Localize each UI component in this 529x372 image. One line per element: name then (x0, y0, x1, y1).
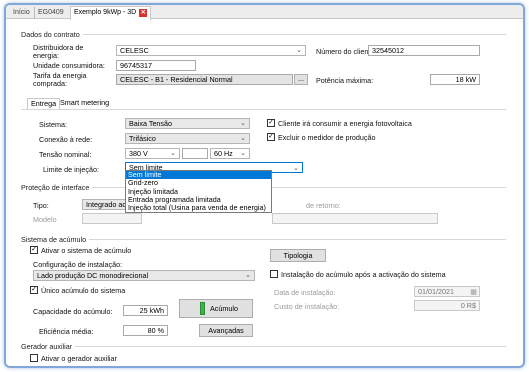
calendar-icon: ▦ (470, 287, 477, 296)
tariff-input[interactable]: CELESC - B1 - Residencial Normal (116, 74, 293, 85)
install-config-select[interactable]: Lado produção DC monodirecional ⌄ (33, 270, 255, 281)
activate-storage-label: Ativar o sistema de acúmulo (41, 246, 132, 255)
install-config-value: Lado produção DC monodirecional (37, 271, 149, 280)
consumer-unit-input[interactable]: 96745317 (116, 60, 196, 71)
system-select[interactable]: Baixa Tensão ⌄ (125, 118, 250, 129)
efficiency-label: Eficiência média: (39, 327, 94, 336)
grid-connection-select[interactable]: Trifásico ⌄ (125, 133, 250, 144)
voltage-label: Tensão nominal: (39, 150, 92, 159)
typology-button[interactable]: Tipologia (270, 249, 326, 262)
injection-limit-label: Limite de injeção: (43, 165, 99, 174)
tab-home[interactable]: Início (10, 7, 33, 19)
contract-group-title: Dados do contrato (21, 30, 83, 39)
chevron-down-icon: ⌄ (240, 150, 246, 157)
system-label: Sistema: (39, 120, 67, 129)
chevron-down-icon: ⌄ (240, 135, 246, 142)
advanced-button[interactable]: Avançadas (199, 324, 253, 337)
protection-return-input (272, 213, 438, 224)
activate-storage-checkbox[interactable]: ✓ (30, 246, 38, 254)
contract-group: Dados do contrato (21, 30, 506, 39)
chevron-down-icon: ⌄ (170, 150, 176, 157)
tab-project[interactable]: Exemplo 9kWp - 3D ✕ (70, 6, 152, 20)
chevron-down-icon: ⌄ (245, 272, 251, 279)
after-install-checkbox[interactable] (270, 270, 278, 278)
efficiency-input[interactable]: 80 % (123, 325, 168, 336)
storage-group-title: Sistema de acúmulo (21, 235, 90, 244)
protection-model-input (82, 213, 142, 224)
storage-accumulo-label: Acúmulo (210, 304, 238, 313)
single-storage-checkbox[interactable]: ✓ (30, 286, 38, 294)
system-value: Baixa Tensão (129, 119, 173, 128)
protection-group-title: Proteção de interface (21, 183, 93, 192)
consumer-unit-label: Unidade consumidora: (33, 61, 105, 70)
max-power-input[interactable]: 18 kW (430, 74, 480, 85)
storage-accumulo-button[interactable]: Acúmulo (179, 299, 253, 318)
install-date-label: Data de instalação: (274, 288, 336, 297)
client-number-input[interactable]: 32545012 (368, 45, 480, 56)
voltage-value: 380 V (129, 149, 148, 158)
install-date-value: 01/01/2021 (418, 287, 454, 296)
voltage-select[interactable]: 380 V ⌄ (125, 148, 180, 159)
protection-type-value: Integrado ao (86, 200, 127, 209)
tariff-label: Tarifa da energia comprada: (33, 71, 87, 88)
frequency-select[interactable]: 60 Hz ⌄ (210, 148, 250, 159)
install-cost-label: Custo de instalação: (274, 302, 340, 311)
subtab-divider (21, 109, 506, 110)
distributor-value: CELESC (120, 46, 149, 55)
tab-entrega[interactable]: Entrega (27, 98, 61, 109)
pv-consumer-label: Cliente irá consumir a energia fotovolta… (278, 119, 412, 128)
close-icon[interactable]: ✕ (139, 9, 148, 17)
after-install-label: Instalação do acúmulo após a activação d… (281, 270, 446, 279)
distributor-select[interactable]: CELESC ⌄ (116, 45, 306, 56)
activate-aux-checkbox[interactable] (30, 354, 38, 362)
install-cost-input: 0 R$ (414, 300, 480, 311)
chevron-down-icon: ⌄ (240, 120, 246, 127)
pv-consumer-checkbox[interactable]: ✓ (267, 119, 275, 127)
tab-project-label: Exemplo 9kWp - 3D (74, 9, 137, 16)
install-config-label: Configuração de instalação: (33, 260, 123, 269)
capacity-input[interactable]: 25 kWh (123, 305, 168, 316)
frequency-value: 60 Hz (214, 149, 233, 158)
option-total-injection[interactable]: Injeção total (Usina para venda de energ… (126, 203, 271, 212)
document-tab-bar: Início EG0409 Exemplo 9kWp - 3D ✕ (6, 5, 523, 20)
voltage-extra-input[interactable] (182, 148, 208, 159)
tab-eg0409[interactable]: EG0409 (34, 7, 67, 19)
remove-meter-label: Excluir o medidor de produção (278, 133, 376, 142)
activate-aux-label: Ativar o gerador auxiliar (41, 354, 117, 363)
grid-connection-label: Conexão à rede: (39, 135, 93, 144)
injection-limit-dropdown: Sem limite Grid-zero Injeção limitada En… (125, 170, 272, 214)
tab-smart-metering[interactable]: Smart metering (57, 98, 112, 109)
storage-group: Sistema de acúmulo (21, 235, 506, 244)
chevron-down-icon: ⌄ (292, 163, 299, 172)
tariff-browse-button[interactable]: ... (294, 74, 308, 85)
app-window: Início EG0409 Exemplo 9kWp - 3D ✕ Dados d… (4, 3, 525, 368)
single-storage-label: Único acúmulo do sistema (41, 286, 126, 295)
protection-partial-label: de retorno: (306, 201, 341, 210)
protection-type-label: Tipo: (33, 201, 49, 210)
distributor-label: Distribuidora de energia: (33, 43, 84, 60)
grid-connection-value: Trifásico (129, 134, 156, 143)
install-date-input: 01/01/2021 ▦ (414, 286, 480, 297)
battery-icon (200, 302, 205, 315)
chevron-down-icon: ⌄ (296, 47, 302, 54)
remove-meter-checkbox[interactable]: ✓ (267, 133, 275, 141)
aux-group: Gerador auxiliar (21, 342, 506, 351)
protection-model-label: Modelo (33, 215, 57, 224)
capacity-label: Capacidade do acúmulo: (33, 307, 113, 316)
max-power-label: Potência máxima: (316, 76, 374, 85)
aux-group-title: Gerador auxiliar (21, 342, 76, 351)
